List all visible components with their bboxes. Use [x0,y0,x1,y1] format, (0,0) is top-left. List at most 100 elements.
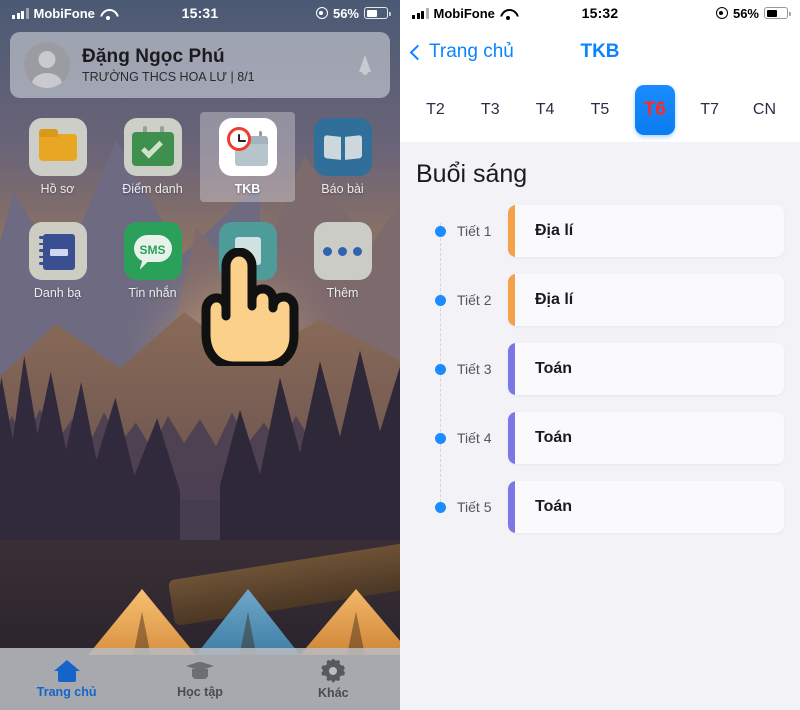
list-item[interactable]: Tiết 3 Toán [416,343,784,395]
schedule-panel: Buổi sáng Tiết 1 Địa lí Tiết 2 Địa lí Ti… [400,142,800,710]
day-tab-t7[interactable]: T7 [690,85,730,135]
app-them[interactable]: Thêm [295,216,390,306]
battery-percent-label: 56% [732,5,759,21]
home-screen: MobiFone 15:31 56% Đặng Ngọc Phú TRƯỜNG … [0,0,400,710]
tab-label: Học tập [177,684,223,699]
day-tab-t5[interactable]: T5 [580,85,620,135]
list-item[interactable]: Tiết 5 Toán [416,481,784,533]
app-label: Tin nhắn [128,286,177,300]
tkb-screen: MobiFone 15:32 56% Trang chủ TKB T2 T3 T… [400,0,800,710]
day-tab-t2[interactable]: T2 [415,85,455,135]
app-label: Thêm [326,286,359,300]
subject-color-bar [508,481,515,533]
open-book-icon [313,118,372,176]
contacts-book-icon [28,222,87,280]
battery-icon [364,7,391,19]
list-item[interactable]: Tiết 2 Địa lí [416,274,784,326]
app-label: Điểm danh [122,182,183,196]
profile-card[interactable]: Đặng Ngọc Phú TRƯỜNG THCS HOA LƯ | 8/1 [10,32,390,98]
list-item[interactable]: Tiết 4 Toán [416,412,784,464]
tab-label: Trang chủ [36,684,97,699]
period-label: Tiết 3 [457,361,492,377]
app-label: Danh bạ [33,286,82,300]
calendar-check-icon [123,118,182,176]
app-bao-bai[interactable]: Báo bài [295,112,390,202]
tab-khac[interactable]: Khác [267,659,400,700]
tab-hoc-tap[interactable]: Học tập [133,660,266,699]
subject-card[interactable]: Toán [508,481,784,533]
subject-label: Địa lí [535,222,574,239]
period-label: Tiết 2 [457,292,492,308]
profile-school: TRƯỜNG THCS HOA LƯ | 8/1 [82,70,255,84]
status-bar-right: MobiFone 15:32 56% [400,0,800,26]
app-label: TKB [234,182,261,196]
list-item[interactable]: Tiết 1 Địa lí [416,205,784,257]
day-tab-cn[interactable]: CN [744,85,784,135]
app-ho-so[interactable]: Hồ sơ [10,112,105,202]
status-bar-left: MobiFone 15:31 56% [0,0,400,26]
subject-color-bar [508,343,515,395]
period-label: Tiết 5 [457,499,492,515]
day-tab-t4[interactable]: T4 [525,85,565,135]
wifi-icon [100,8,115,20]
clock-label: 15:31 [181,5,219,21]
subject-card[interactable]: Địa lí [508,205,784,257]
sms-bubble-icon: SMS [123,222,182,280]
location-icon [715,7,728,19]
subject-card[interactable]: Địa lí [508,274,784,326]
session-title: Buổi sáng [416,160,528,188]
app-label: Hồ sơ [40,182,75,196]
app-danh-ba[interactable]: Danh bạ [10,216,105,306]
dual-screenshot: MobiFone 15:31 56% Đặng Ngọc Phú TRƯỜNG … [0,0,800,710]
sms-text: SMS [139,243,166,257]
subject-card[interactable]: Toán [508,343,784,395]
period-label: Tiết 1 [457,223,492,239]
subject-label: Toán [535,498,573,515]
graduation-cap-icon [186,660,214,682]
subject-color-bar [508,205,515,257]
battery-percent-label: 56% [332,5,359,21]
app-diem-danh[interactable]: Điểm danh [105,112,200,202]
timeline-dot-icon [435,225,446,237]
gear-icon [321,659,345,683]
subject-card[interactable]: Toán [508,412,784,464]
day-tab-t3[interactable]: T3 [470,85,510,135]
tab-trang-chu[interactable]: Trang chủ [0,659,133,699]
clock-label: 15:32 [581,5,619,21]
day-tab-bar: T2 T3 T4 T5 T6 T7 CN [400,78,800,142]
carrier-label: MobiFone [33,5,95,21]
subject-label: Toán [535,429,573,446]
bottom-tab-bar: Trang chủ Học tập Khác [0,648,400,710]
pointing-hand-cursor-icon [196,248,302,366]
signal-bars-icon [12,7,29,19]
app-tin-nhan[interactable]: SMS Tin nhắn [105,216,200,306]
timeline-dot-icon [435,432,446,444]
profile-name: Đặng Ngọc Phú [82,46,225,67]
more-dots-icon [313,222,372,280]
subject-color-bar [508,274,515,326]
subject-label: Toán [535,360,573,377]
subject-label: Địa lí [535,291,574,308]
navigation-bar: Trang chủ TKB [400,26,800,78]
back-button[interactable]: Trang chủ [409,41,514,63]
clock-calendar-icon [218,118,277,176]
wifi-icon [500,8,515,20]
battery-icon [764,7,791,19]
folder-icon [28,118,87,176]
period-label: Tiết 4 [457,430,492,446]
home-icon [53,659,80,682]
app-tkb[interactable]: TKB [200,112,295,202]
app-label: Báo bài [321,182,364,196]
back-label: Trang chủ [429,41,514,62]
timeline-dot-icon [435,501,446,513]
location-icon [315,7,328,19]
day-tab-t6[interactable]: T6 [634,85,675,135]
avatar [24,42,70,88]
bell-icon[interactable] [354,53,376,77]
carrier-label: MobiFone [433,5,495,21]
signal-bars-icon [412,7,429,19]
subject-color-bar [508,412,515,464]
timeline-dot-icon [435,363,446,375]
timeline-dot-icon [435,294,446,306]
tab-label: Khác [318,685,349,700]
